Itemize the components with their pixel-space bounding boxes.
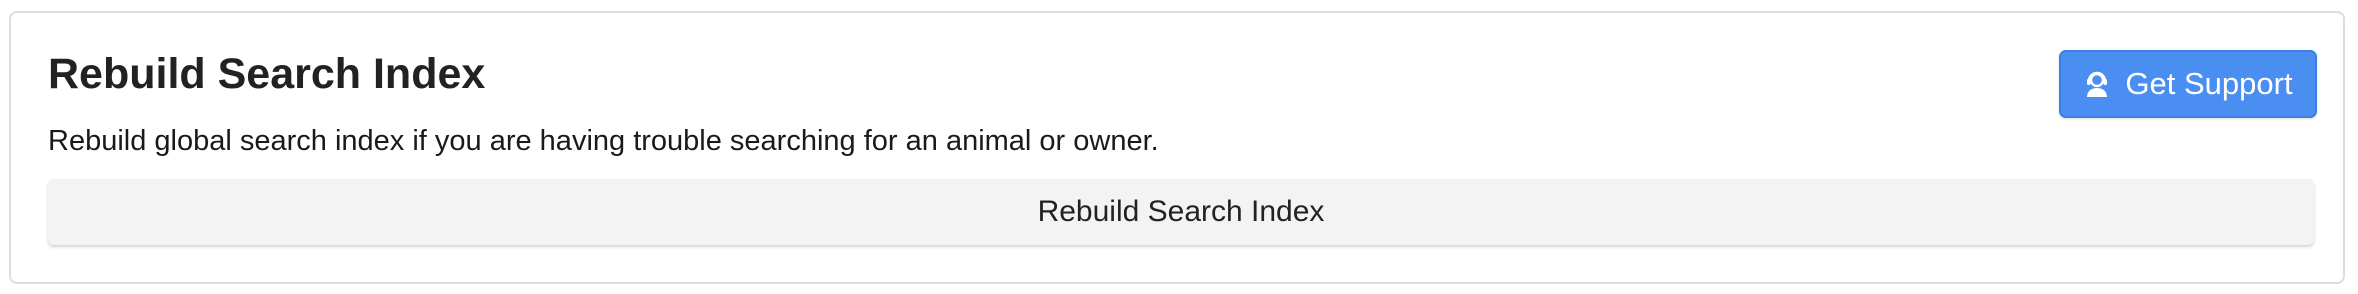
get-support-label: Get Support: [2125, 66, 2293, 101]
get-support-button[interactable]: Get Support: [2059, 50, 2317, 118]
panel-description: Rebuild global search index if you are h…: [48, 125, 1159, 157]
rebuild-button-label: Rebuild Search Index: [1037, 195, 1325, 228]
headset-agent-icon: [2083, 70, 2111, 98]
panel-title: Rebuild Search Index: [48, 50, 486, 98]
rebuild-search-index-button[interactable]: Rebuild Search Index: [48, 179, 2314, 245]
rebuild-search-index-panel: Rebuild Search Index Rebuild global sear…: [9, 11, 2345, 284]
